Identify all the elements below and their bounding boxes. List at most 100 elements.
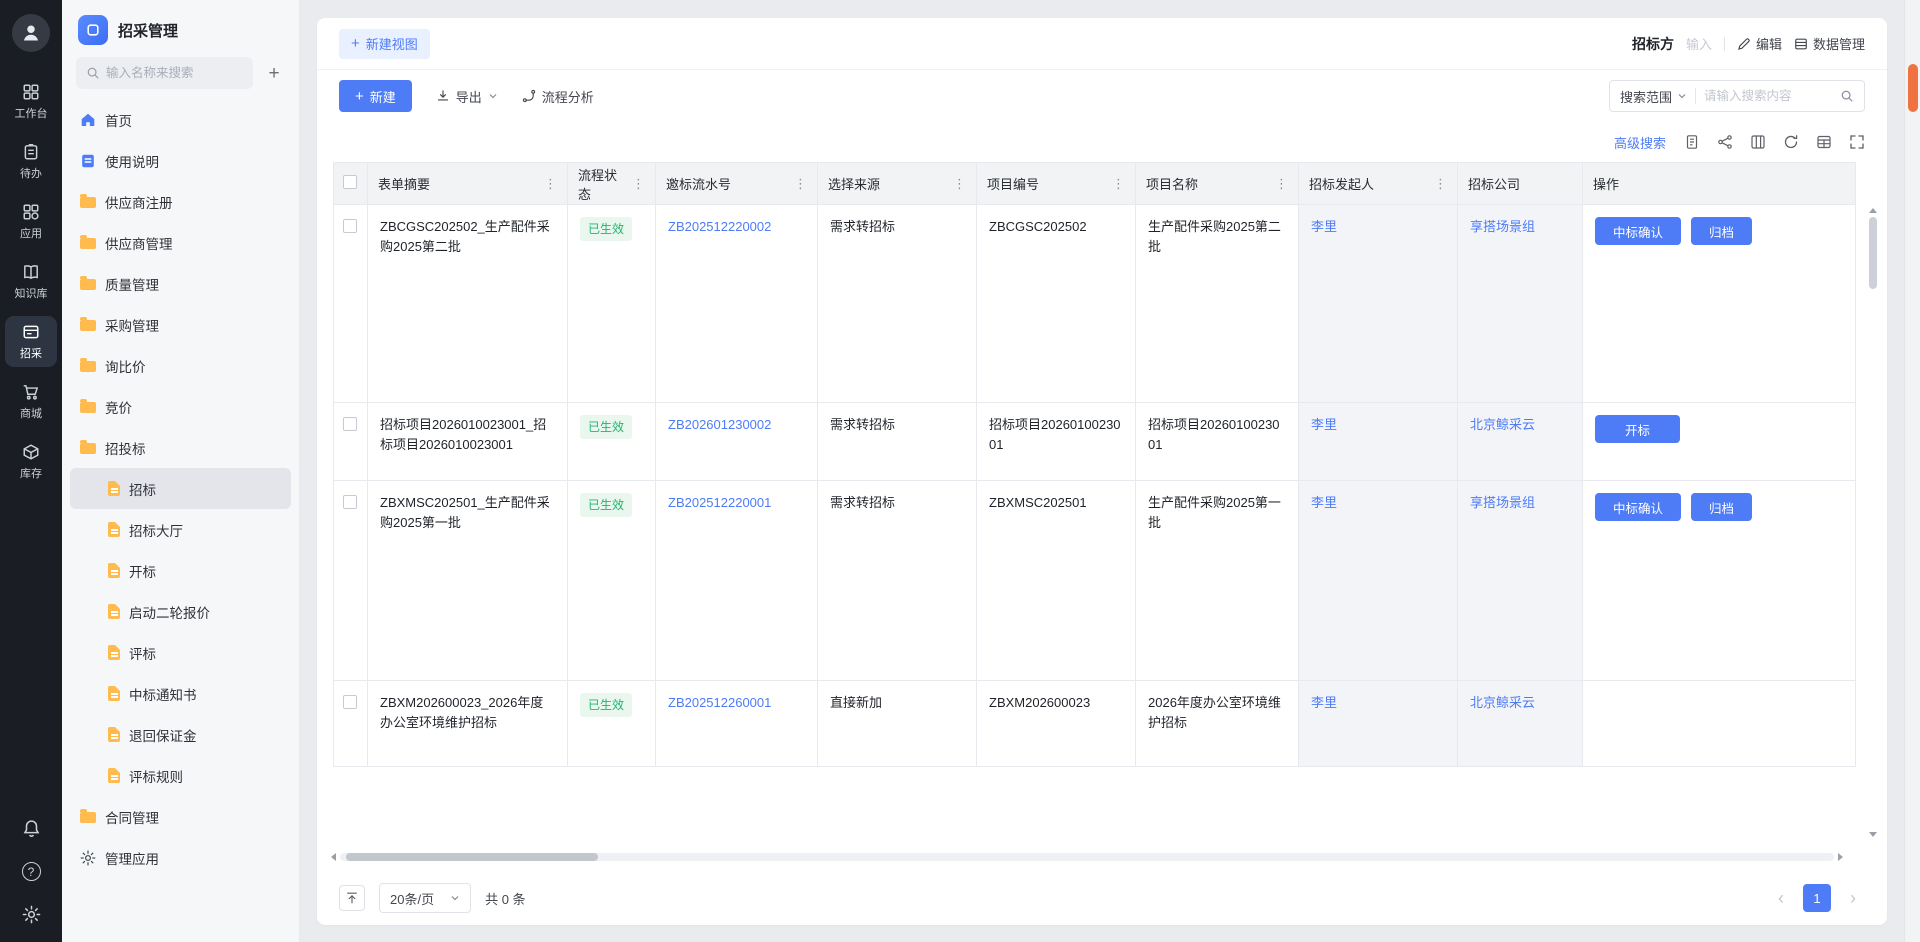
initiator-link[interactable]: 李里	[1311, 695, 1337, 710]
sidebar-item-supplier-management[interactable]: 供应商管理	[70, 222, 291, 263]
help-icon[interactable]: ?	[22, 862, 41, 881]
rail-item-procurement[interactable]: 招采	[5, 316, 57, 367]
data-manage-button[interactable]: 数据管理	[1794, 34, 1865, 53]
rail-item-knowledge[interactable]: 知识库	[5, 256, 57, 307]
sidebar-item-auction[interactable]: 竞价	[70, 386, 291, 427]
sidebar-item-award-notice[interactable]: 中标通知书	[70, 673, 291, 714]
sidebar-item-supplier-register[interactable]: 供应商注册	[70, 181, 291, 222]
row-checkbox[interactable]	[343, 417, 357, 431]
scroll-left-arrow[interactable]	[331, 853, 336, 861]
flow-no-link[interactable]: ZB202512220002	[668, 219, 771, 234]
sidebar-item-bid-evaluation[interactable]: 评标	[70, 632, 291, 673]
horizontal-scrollbar[interactable]	[331, 852, 1843, 862]
sidebar-search-input[interactable]	[106, 66, 243, 80]
settings-gear-icon[interactable]	[22, 905, 41, 924]
confirm-award-button[interactable]: 中标确认	[1595, 493, 1681, 521]
column-menu-icon[interactable]: ⋮	[544, 176, 557, 192]
open-bid-button[interactable]: 开标	[1595, 415, 1680, 443]
sidebar-item-manage-apps[interactable]: 管理应用	[70, 837, 291, 878]
column-settings-icon[interactable]	[1750, 134, 1766, 150]
initiator-link[interactable]: 李里	[1311, 219, 1337, 234]
select-all-checkbox[interactable]	[343, 175, 357, 189]
cell-source: 需求转招标	[818, 403, 977, 481]
row-checkbox[interactable]	[343, 495, 357, 509]
column-menu-icon[interactable]: ⋮	[1434, 176, 1447, 192]
column-menu-icon[interactable]: ⋮	[632, 176, 645, 192]
notification-bell-icon[interactable]	[22, 819, 41, 838]
confirm-award-button[interactable]: 中标确认	[1595, 217, 1681, 245]
sidebar-item-second-round-quote[interactable]: 启动二轮报价	[70, 591, 291, 632]
create-button[interactable]: + 新建	[339, 80, 412, 112]
rail-item-mall[interactable]: 商城	[5, 376, 57, 427]
column-menu-icon[interactable]: ⋮	[953, 176, 966, 192]
rail-bottom: ?	[22, 819, 41, 924]
fullscreen-icon[interactable]	[1849, 134, 1865, 150]
window-scrollbar[interactable]	[1904, 0, 1920, 942]
sidebar-item-inquiry-compare[interactable]: 询比价	[70, 345, 291, 386]
user-avatar[interactable]	[12, 14, 50, 52]
add-menu-button[interactable]: +	[263, 64, 285, 83]
sidebar-item-tender-hall[interactable]: 招标大厅	[70, 509, 291, 550]
advanced-search-link[interactable]: 高级搜索	[1614, 133, 1666, 152]
row-checkbox[interactable]	[343, 219, 357, 233]
table-header-row: 表单摘要⋮ 流程状态⋮ 邀标流水号⋮ 选择来源⋮ 项目编号⋮ 项目名称⋮ 招标发…	[334, 163, 1856, 205]
initiator-link[interactable]: 李里	[1311, 417, 1337, 432]
flow-icon	[522, 89, 536, 103]
sidebar-item-home[interactable]: 首页	[70, 99, 291, 140]
table-search-input[interactable]	[1704, 89, 1832, 103]
export-doc-icon[interactable]	[1684, 134, 1700, 150]
sidebar-item-quality-management[interactable]: 质量管理	[70, 263, 291, 304]
sidebar-item-purchase-management[interactable]: 采购管理	[70, 304, 291, 345]
sidebar-item-evaluation-rules[interactable]: 评标规则	[70, 755, 291, 796]
edit-button[interactable]: 编辑	[1737, 34, 1782, 53]
sidebar-item-contract-management[interactable]: 合同管理	[70, 796, 291, 837]
window-scroll-thumb[interactable]	[1908, 64, 1918, 112]
sidebar-item-tender[interactable]: 招标	[70, 468, 291, 509]
vertical-scrollbar[interactable]	[1867, 208, 1879, 837]
share-flow-icon[interactable]	[1717, 134, 1733, 150]
sidebar-item-tender-folder[interactable]: 招投标	[70, 427, 291, 468]
company-link[interactable]: 享搭场景组	[1470, 495, 1535, 510]
rail-item-inventory[interactable]: 库存	[5, 436, 57, 487]
flow-no-link[interactable]: ZB202512260001	[668, 695, 771, 710]
current-page-button[interactable]: 1	[1803, 884, 1831, 912]
row-checkbox[interactable]	[343, 695, 357, 709]
initiator-link[interactable]: 李里	[1311, 495, 1337, 510]
horizontal-scroll-thumb[interactable]	[346, 853, 598, 861]
flow-no-link[interactable]: ZB202601230002	[668, 417, 771, 432]
column-menu-icon[interactable]: ⋮	[1112, 176, 1125, 192]
sidebar-item-refund-deposit[interactable]: 退回保证金	[70, 714, 291, 755]
next-page-button[interactable]: ›	[1841, 889, 1865, 907]
new-view-button[interactable]: + 新建视图	[339, 29, 430, 59]
column-menu-icon[interactable]: ⋮	[794, 176, 807, 192]
scroll-right-arrow[interactable]	[1838, 853, 1843, 861]
rail-item-todo[interactable]: 待办	[5, 136, 57, 187]
vertical-scroll-thumb[interactable]	[1869, 217, 1877, 289]
role-input[interactable]: 输入	[1686, 34, 1712, 53]
scroll-down-arrow[interactable]	[1869, 832, 1877, 837]
page-size-select[interactable]: 20条/页	[379, 883, 471, 913]
sidebar-item-bid-opening[interactable]: 开标	[70, 550, 291, 591]
back-top-icon[interactable]	[339, 885, 365, 911]
column-menu-icon[interactable]: ⋮	[1275, 176, 1288, 192]
flow-analysis-button[interactable]: 流程分析	[522, 87, 594, 106]
refresh-icon[interactable]	[1783, 134, 1799, 150]
scroll-up-arrow[interactable]	[1869, 208, 1877, 213]
company-link[interactable]: 享搭场景组	[1470, 219, 1535, 234]
company-link[interactable]: 北京鲸采云	[1470, 417, 1535, 432]
rail-item-apps[interactable]: 应用	[5, 196, 57, 247]
prev-page-button[interactable]: ‹	[1769, 889, 1793, 907]
flow-no-link[interactable]: ZB202512220001	[668, 495, 771, 510]
table-grid-icon[interactable]	[1816, 134, 1832, 150]
archive-button[interactable]: 归档	[1691, 493, 1752, 521]
sidebar-item-guide[interactable]: 使用说明	[70, 140, 291, 181]
search-scope-select[interactable]: 搜索范围	[1620, 87, 1687, 106]
export-button[interactable]: 导出	[436, 87, 498, 106]
sidebar-search[interactable]	[76, 57, 253, 89]
book-icon	[22, 263, 40, 281]
archive-button[interactable]: 归档	[1691, 217, 1752, 245]
file-icon	[108, 604, 120, 619]
search-icon[interactable]	[1840, 89, 1854, 103]
rail-item-workbench[interactable]: 工作台	[5, 76, 57, 127]
company-link[interactable]: 北京鲸采云	[1470, 695, 1535, 710]
